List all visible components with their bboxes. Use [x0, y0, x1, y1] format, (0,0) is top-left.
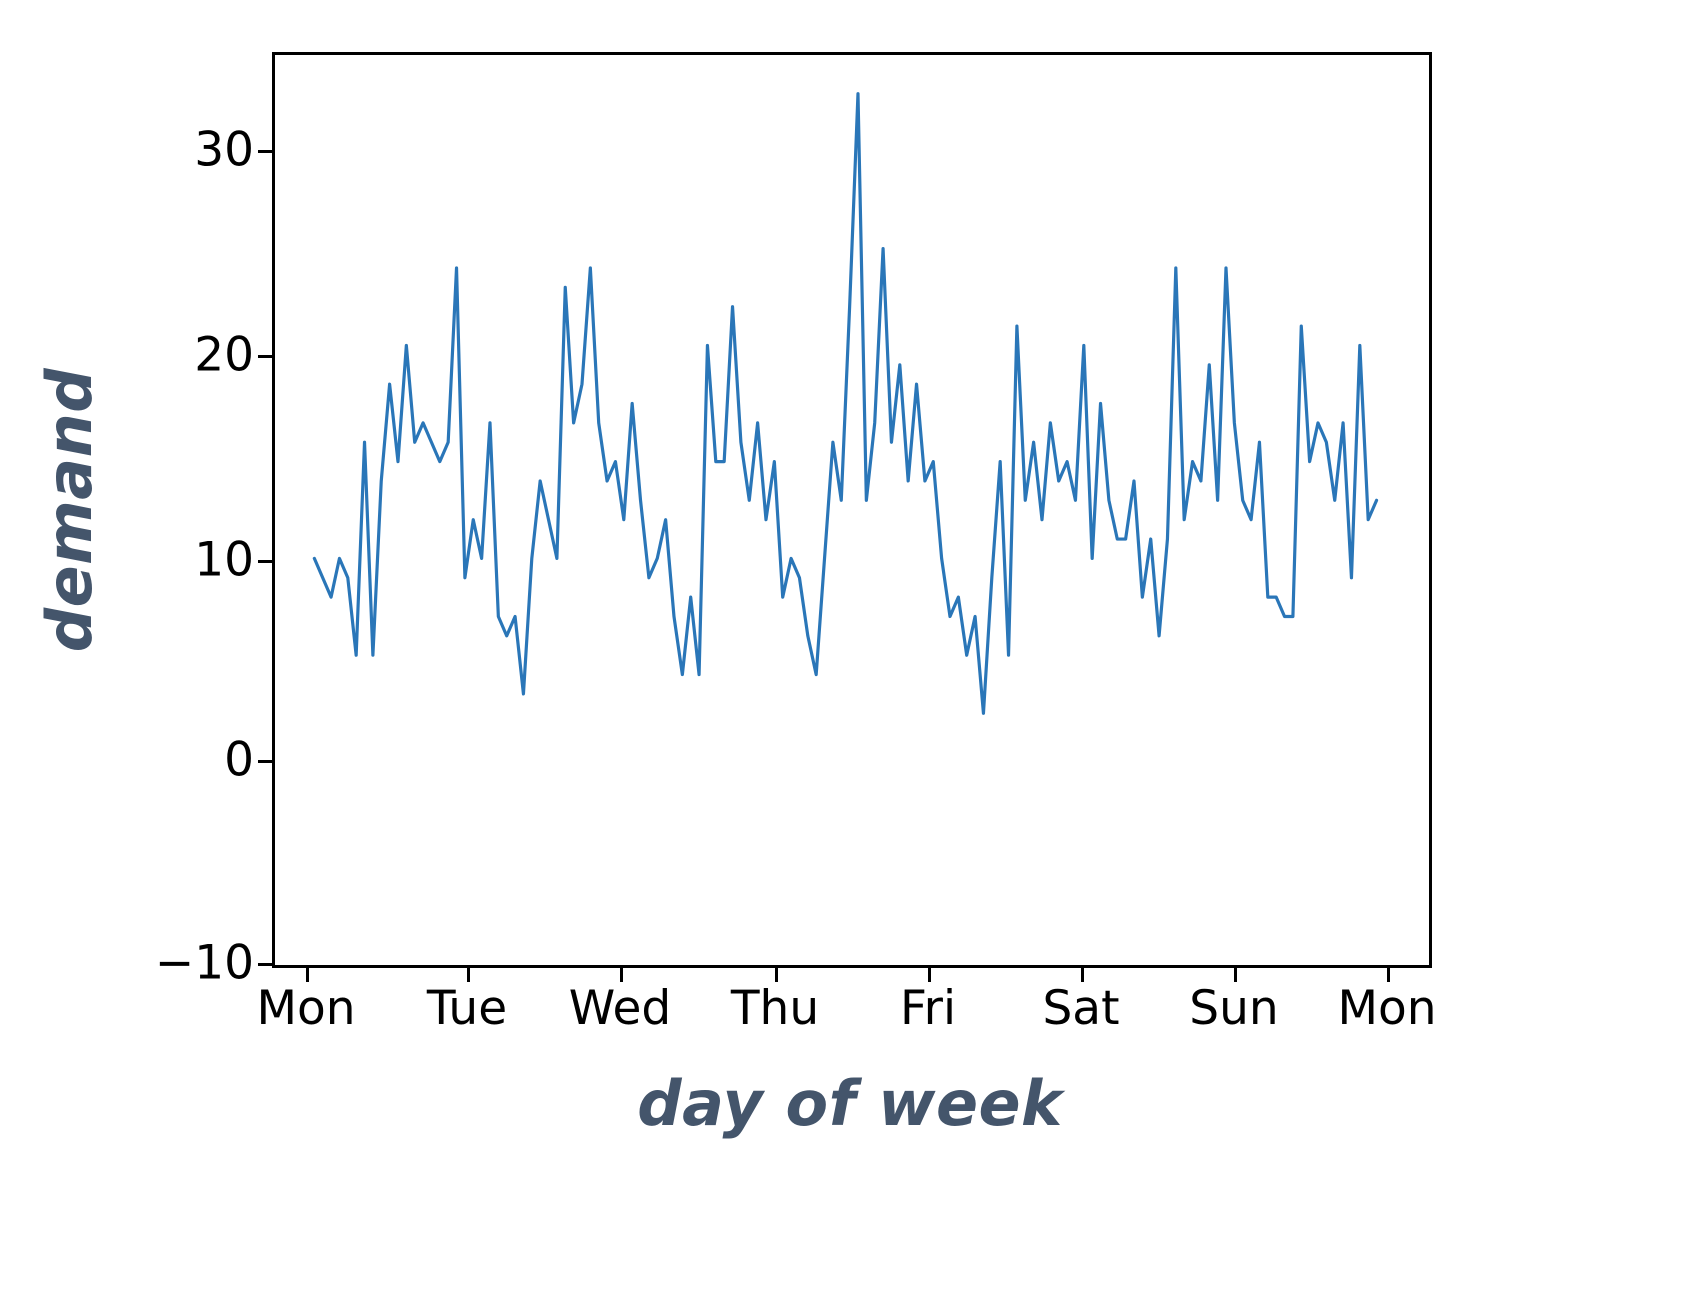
x-tick-mark-3 — [775, 968, 778, 982]
y-tick-label-10: 10 — [194, 532, 254, 588]
x-tick-label-mon-2: Mon — [1337, 981, 1437, 1036]
y-axis-label-container: demand — [0, 0, 140, 1020]
y-tick-mark-0 — [258, 760, 272, 763]
x-tick-label-thu: Thu — [730, 981, 820, 1036]
chart-figure: demand 30 20 10 0 −10 Mon Tue Wed Thu Fr… — [0, 0, 1700, 1294]
x-tick-label-sun: Sun — [1189, 981, 1279, 1036]
x-tick-label-tue: Tue — [426, 981, 508, 1036]
y-axis-label: demand — [32, 367, 106, 653]
x-tick-mark-2 — [620, 968, 623, 982]
y-tick-mark-20 — [258, 355, 272, 358]
x-tick-mark-6 — [1234, 968, 1237, 982]
x-tick-label-sat: Sat — [1042, 981, 1120, 1036]
x-tick-label-fri: Fri — [900, 981, 956, 1036]
y-tick-mark-10 — [258, 560, 272, 563]
x-tick-label-mon-1: Mon — [256, 981, 356, 1036]
x-tick-mark-0 — [306, 968, 309, 982]
y-tick-label-0: 0 — [224, 732, 254, 788]
y-tick-mark-neg10 — [258, 963, 272, 966]
plot-area — [272, 52, 1432, 968]
demand-line-series — [312, 92, 1379, 715]
x-axis-label: day of week — [637, 1067, 1063, 1140]
x-tick-label-wed: Wed — [568, 981, 672, 1036]
y-tick-mark-30 — [258, 150, 272, 153]
y-tick-label-neg10: −10 — [154, 935, 254, 991]
x-tick-mark-7 — [1387, 968, 1390, 982]
y-tick-label-20: 20 — [194, 327, 254, 383]
demand-polyline — [312, 92, 1379, 715]
x-tick-mark-5 — [1081, 968, 1084, 982]
x-tick-mark-1 — [467, 968, 470, 982]
y-tick-label-30: 30 — [194, 122, 254, 178]
x-tick-mark-4 — [928, 968, 931, 982]
